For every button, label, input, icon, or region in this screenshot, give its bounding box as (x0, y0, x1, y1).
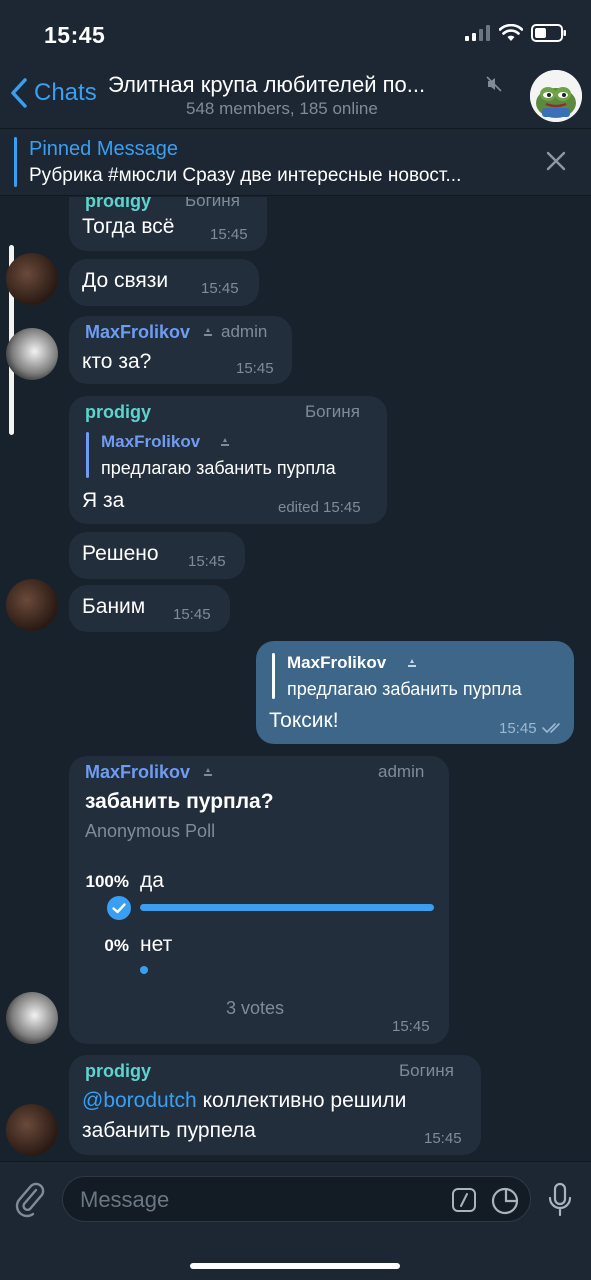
poll-option-label: нет (140, 933, 173, 956)
status-icons (465, 24, 567, 42)
chat-member-count: 548 members, 185 online (186, 99, 378, 118)
message-sender[interactable]: prodigy (85, 1061, 151, 1082)
message-time: edited 15:45 (278, 499, 361, 516)
check-icon (107, 896, 131, 920)
message-sender[interactable]: MaxFrolikov (85, 322, 190, 343)
home-indicator[interactable] (190, 1263, 400, 1269)
message-time: 15:45 (236, 360, 274, 377)
message-time: 15:45 (392, 1018, 430, 1035)
chat-header: Chats Элитная крупа любителей по... 548 … (0, 66, 591, 128)
signal-icon (465, 25, 490, 41)
message-text: Баним (82, 595, 146, 618)
poll-bubble[interactable]: MaxFrolikov admin забанить пурпла? Anony… (69, 756, 449, 1044)
message-text: Токсик! (269, 709, 339, 732)
message-role: Богиня (399, 1061, 454, 1080)
poll-option-percent: 0% (104, 936, 129, 955)
message-text: Я за (82, 489, 125, 512)
reply-accent-bar (86, 432, 89, 478)
reply-text: предлагаю забанить пурпла (287, 679, 522, 699)
reply-sender[interactable]: MaxFrolikov (101, 432, 200, 452)
poll-vote-count[interactable]: 3 votes (226, 998, 284, 1019)
message-text: Тогда всё (82, 215, 175, 238)
message-sender[interactable]: prodigy (85, 197, 151, 212)
message-time: 15:45 (188, 553, 226, 570)
message-input-placeholder: Message (80, 1187, 170, 1212)
pinned-accent-bar (14, 137, 17, 187)
bot-command-icon[interactable] (451, 1187, 477, 1213)
poll-sender[interactable]: MaxFrolikov (85, 762, 190, 783)
status-time: 15:45 (44, 22, 106, 48)
message-bubble[interactable]: prodigy Богиня MaxFrolikov предлагаю заб… (69, 396, 387, 524)
avatar[interactable] (6, 1104, 58, 1156)
composer-bar: Message (0, 1161, 591, 1280)
double-check-icon (542, 723, 560, 734)
message-text: забанить пурпела (82, 1119, 256, 1142)
message-text: Решено (82, 542, 159, 565)
message-role: admin (221, 322, 268, 341)
poll-option-label: да (140, 869, 164, 892)
pinned-text: Рубрика #мюсли Сразу две интересные ново… (29, 165, 462, 186)
pinned-title: Pinned Message (29, 138, 178, 160)
admin-badge-icon (204, 768, 212, 776)
chevron-left-icon (11, 78, 27, 108)
message-bubble[interactable]: Решено 15:45 (69, 532, 245, 579)
back-label: Chats (34, 79, 97, 106)
sticker-icon[interactable] (490, 1186, 520, 1216)
reply-text: предлагаю забанить пурпла (101, 458, 336, 478)
message-text: @borodutch коллективно решили (82, 1089, 406, 1113)
message-list[interactable]: prodigy Богиня Тогда всё 15:45 До связи … (0, 197, 591, 1161)
message-input[interactable]: Message (62, 1176, 531, 1222)
poll-role: admin (378, 762, 425, 781)
admin-badge-icon (408, 659, 416, 667)
pinned-message-bar[interactable]: Pinned Message Рубрика #мюсли Сразу две … (0, 128, 591, 196)
pepe-frog-avatar-icon (530, 70, 582, 122)
poll-option-bar (140, 904, 434, 911)
message-time: 15:45 (499, 720, 537, 737)
group-avatar[interactable] (530, 70, 582, 122)
mute-icon (486, 76, 502, 92)
avatar[interactable] (6, 253, 58, 305)
close-icon[interactable] (545, 150, 567, 172)
back-button[interactable]: Chats (10, 78, 97, 108)
message-time: 15:45 (201, 280, 239, 297)
poll-option-bar (140, 966, 148, 974)
admin-badge-icon (221, 438, 229, 446)
message-role: Богиня (185, 197, 240, 210)
outgoing-message-bubble[interactable]: MaxFrolikov предлагаю забанить пурпла То… (256, 641, 574, 744)
message-text: кто за? (82, 350, 152, 373)
message-bubble[interactable]: Баним 15:45 (69, 585, 230, 632)
poll-type: Anonymous Poll (85, 821, 216, 841)
avatar[interactable] (6, 992, 58, 1044)
message-bubble[interactable]: MaxFrolikov admin кто за? 15:45 (69, 316, 292, 384)
battery-icon (531, 24, 566, 42)
poll-question: забанить пурпла? (85, 790, 274, 813)
message-time: 15:45 (210, 226, 248, 243)
reply-accent-bar (272, 653, 275, 699)
microphone-icon[interactable] (547, 1182, 573, 1218)
message-bubble[interactable]: prodigy Богиня @borodutch коллективно ре… (69, 1055, 481, 1155)
admin-badge-icon (204, 328, 212, 336)
mention-link[interactable]: @borodutch (82, 1089, 197, 1112)
message-bubble[interactable]: prodigy Богиня Тогда всё 15:45 (69, 197, 267, 251)
avatar[interactable] (6, 579, 58, 631)
wifi-icon (499, 24, 523, 41)
message-text: До связи (82, 269, 169, 292)
message-sender[interactable]: prodigy (85, 402, 151, 423)
avatar[interactable] (6, 328, 58, 380)
message-role: Богиня (305, 402, 360, 421)
chat-title[interactable]: Элитная крупа любителей по... (108, 72, 425, 98)
reply-sender[interactable]: MaxFrolikov (287, 653, 386, 673)
paperclip-icon[interactable] (14, 1180, 46, 1218)
message-time: 15:45 (173, 606, 211, 623)
message-bubble[interactable]: До связи 15:45 (69, 259, 259, 306)
status-bar: 15:45 (0, 0, 591, 66)
poll-option-percent: 100% (85, 872, 129, 891)
message-text-part: коллективно решили (196, 1089, 407, 1112)
message-time: 15:45 (424, 1130, 462, 1147)
